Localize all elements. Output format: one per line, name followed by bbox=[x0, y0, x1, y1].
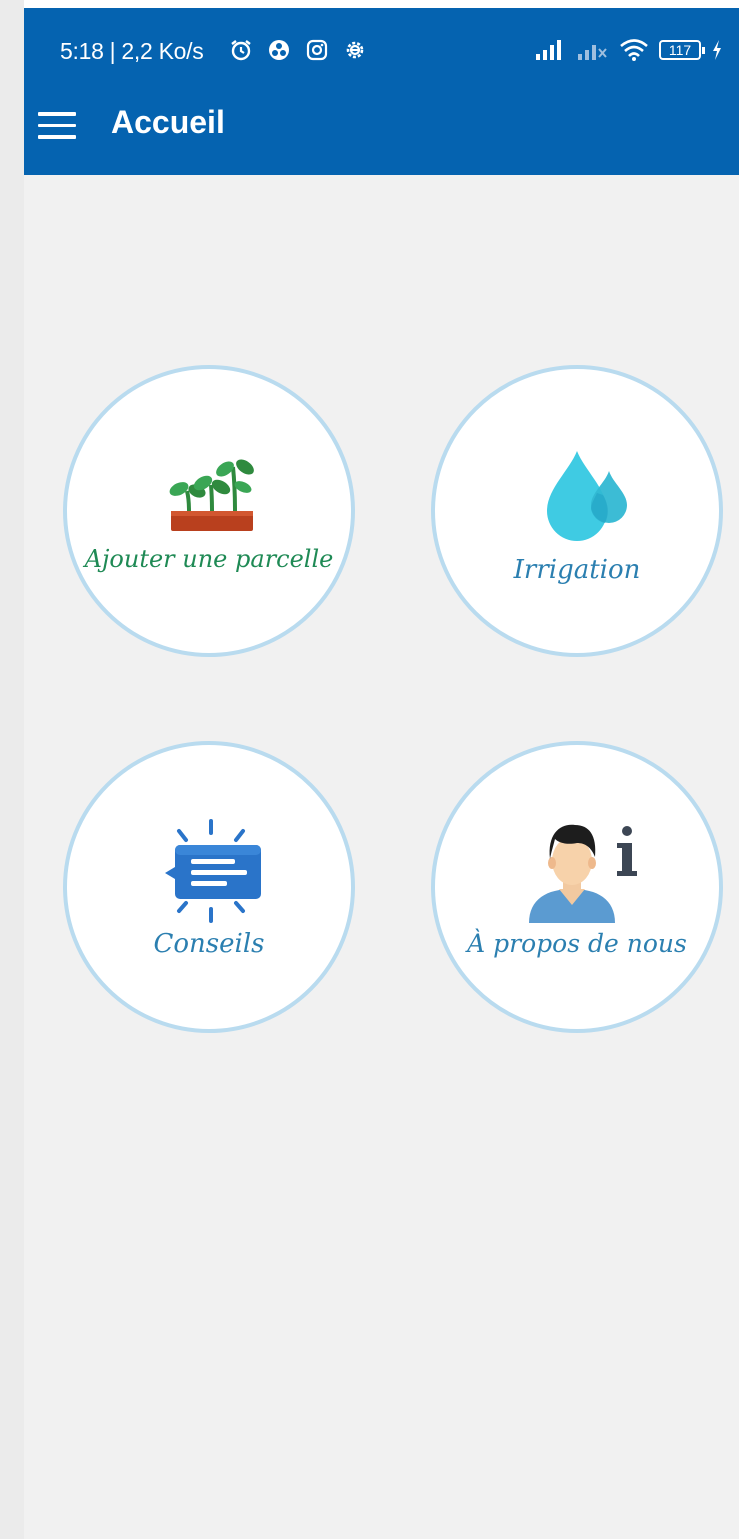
plant-icon bbox=[169, 459, 254, 531]
advice-button[interactable]: Conseils bbox=[63, 741, 355, 1033]
signal-icon bbox=[536, 40, 561, 60]
water-drop-icon bbox=[547, 451, 627, 541]
menu-icon[interactable] bbox=[38, 112, 76, 142]
left-edge bbox=[0, 0, 24, 1539]
charging-icon bbox=[713, 40, 721, 60]
about-us-button[interactable]: À propos de nous bbox=[431, 741, 723, 1033]
tile-label-add-plot: Ajouter une parcelle bbox=[84, 545, 334, 573]
app-icon bbox=[269, 40, 289, 60]
status-icons-right: 117 bbox=[535, 38, 723, 62]
status-bar: 5:18 | 2,2 Ko/s 117 bbox=[24, 8, 739, 88]
battery-icon: 117 bbox=[659, 40, 705, 60]
irrigation-button[interactable]: Irrigation bbox=[431, 365, 723, 657]
instagram-icon bbox=[306, 39, 328, 61]
top-strip bbox=[24, 0, 739, 8]
wifi-icon bbox=[620, 39, 648, 61]
alarm-icon bbox=[231, 40, 251, 61]
toolbar: Accueil bbox=[24, 88, 739, 175]
message-icon bbox=[165, 819, 261, 923]
status-time: 5:18 | 2,2 Ko/s bbox=[60, 38, 204, 64]
tile-label-advice: Conseils bbox=[153, 929, 265, 959]
add-plot-button[interactable]: Ajouter une parcelle bbox=[63, 365, 355, 657]
signal-weak-icon bbox=[578, 45, 607, 60]
battery-level: 117 bbox=[668, 42, 692, 58]
settings-icon bbox=[346, 41, 364, 59]
page-title: Accueil bbox=[111, 104, 225, 140]
tile-label-irrigation: Irrigation bbox=[513, 555, 641, 585]
tile-label-about-us: À propos de nous bbox=[467, 929, 687, 958]
app-bar: 5:18 | 2,2 Ko/s 117 Accueil bbox=[24, 8, 739, 175]
about-user-icon bbox=[529, 824, 637, 923]
status-icons-left bbox=[229, 38, 367, 62]
